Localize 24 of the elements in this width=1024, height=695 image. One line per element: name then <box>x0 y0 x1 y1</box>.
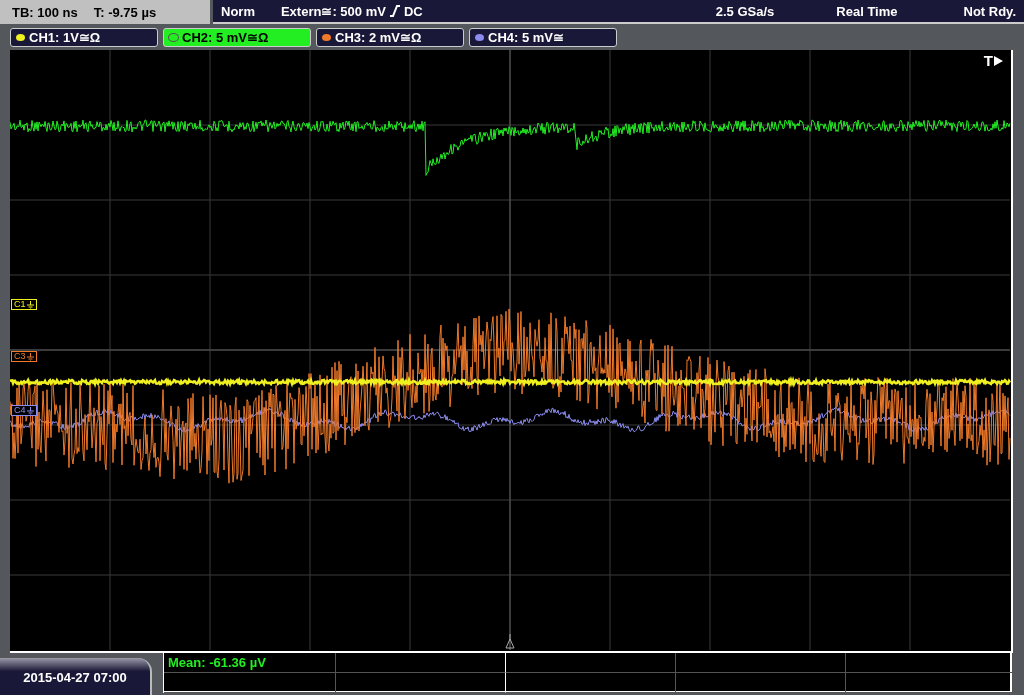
trigger-source: Extern≅: 500 mV <box>280 3 386 19</box>
rising-edge-icon <box>389 5 400 17</box>
channel-tab[interactable]: CH2: 5 mV≅Ω <box>163 27 311 47</box>
timebase-readout: TB: 100 ns <box>12 4 78 20</box>
table-cell: Mean: -61.36 µV <box>164 653 336 673</box>
ground-icon <box>26 352 34 361</box>
channel-marker[interactable]: C4 <box>11 405 37 416</box>
channel-tab[interactable]: CH3: 2 mV≅Ω <box>316 27 464 47</box>
sample-rate: 2.5 GSa/s <box>715 3 775 19</box>
channel-tab[interactable]: CH4: 5 mV≅ <box>469 27 617 47</box>
trigger-time-readout: T: -9.75 µs <box>93 4 157 20</box>
trigger-coupling: DC <box>403 3 423 19</box>
acquisition-state: Not Rdy. <box>963 3 1016 19</box>
arrow-right-icon <box>994 55 1003 66</box>
ground-icon <box>26 300 34 309</box>
trigger-label: T <box>983 52 993 69</box>
channel-marker[interactable]: C3 <box>11 351 37 362</box>
trigger-mode: Norm <box>221 3 255 19</box>
acquisition-mode: Real Time <box>836 3 898 19</box>
channel-marker[interactable]: C1 <box>11 299 37 310</box>
channel-tab[interactable]: CH1: 1V≅Ω <box>10 27 158 47</box>
trigger-position-icon <box>505 633 515 649</box>
date-time-display: 2015-04-27 07:00 <box>0 658 152 695</box>
ground-icon <box>26 406 34 415</box>
